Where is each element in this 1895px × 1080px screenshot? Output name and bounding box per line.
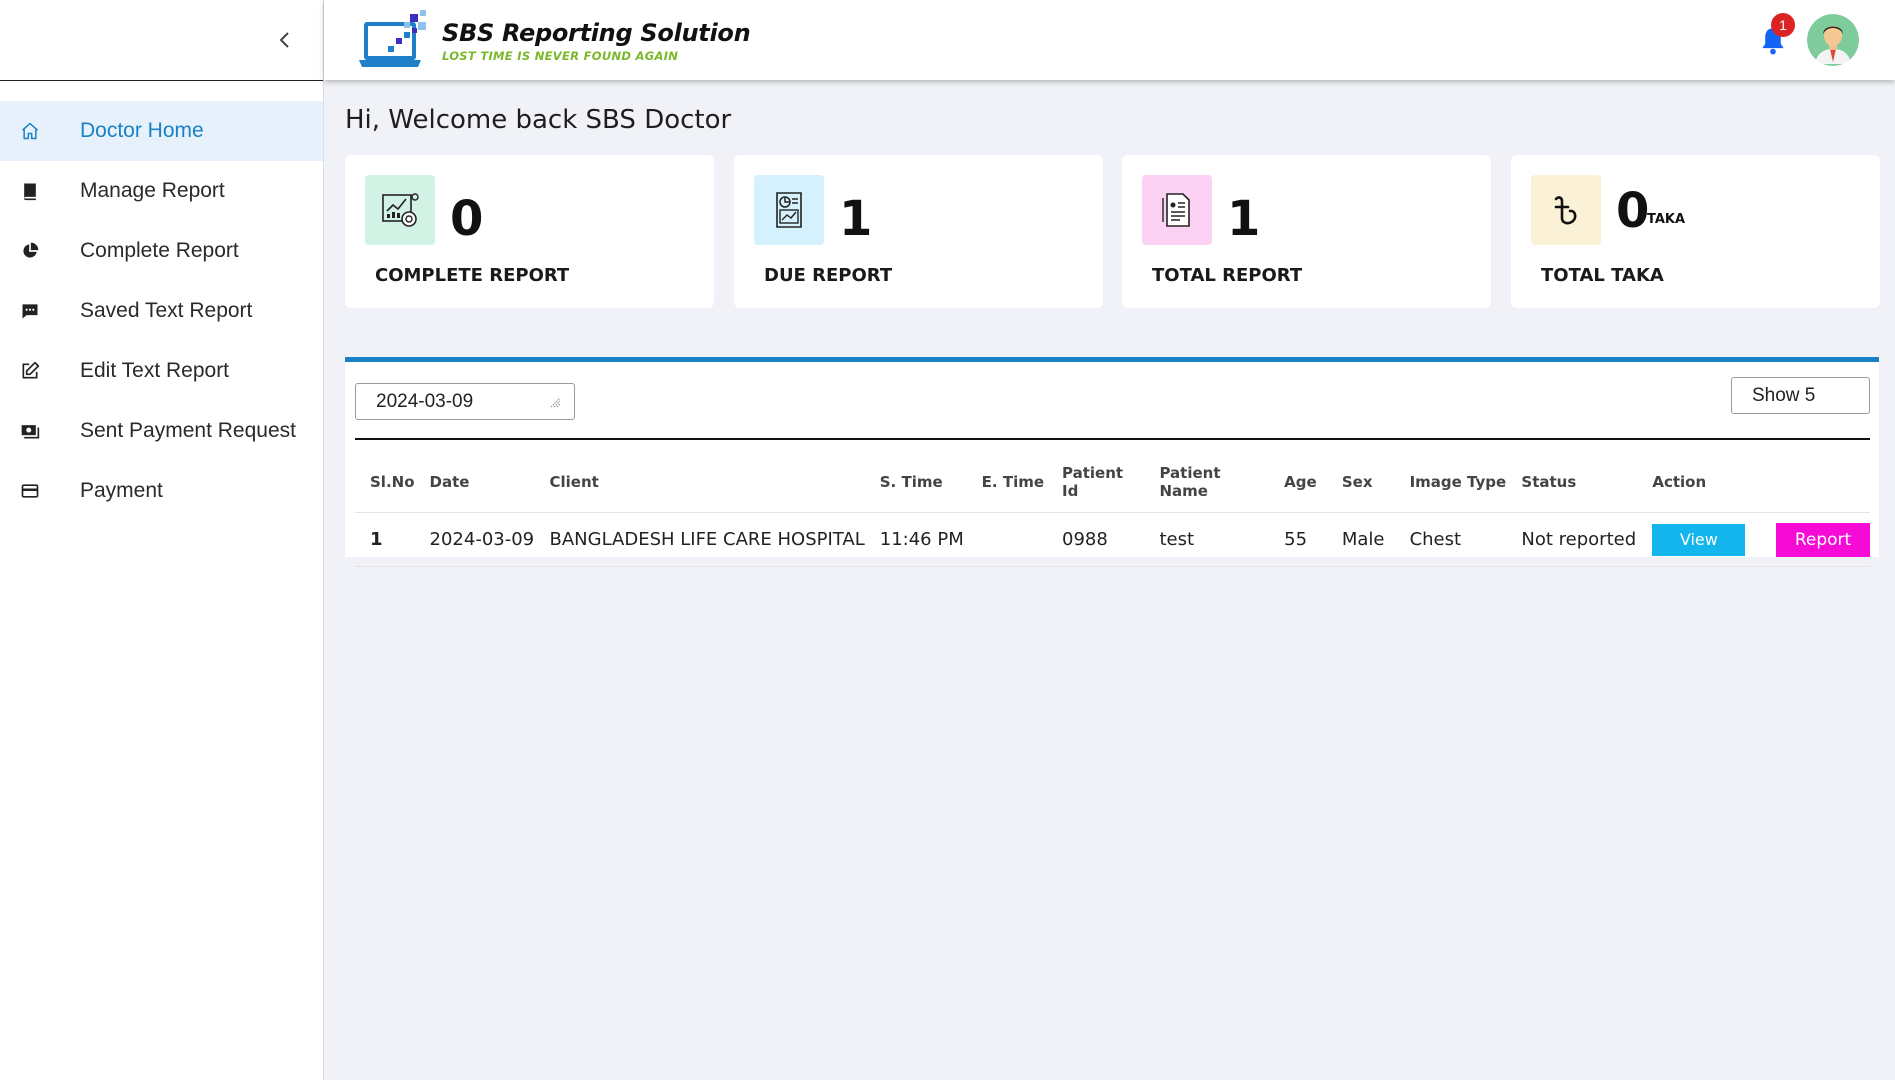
cell-view-action: View: [1637, 512, 1761, 567]
document-list-icon: [1142, 175, 1212, 245]
total-report-label: TOTAL REPORT: [1152, 265, 1303, 286]
book-icon: [18, 179, 42, 203]
cell-date: 2024-03-09: [414, 512, 535, 567]
column-header: Action: [1637, 452, 1870, 513]
credit-card-icon: [18, 479, 42, 503]
cell-patient-id: 0988: [1047, 512, 1145, 567]
app-title: SBS Reporting Solution: [442, 19, 751, 47]
pie-chart-icon: [18, 239, 42, 263]
app-tagline: LOST TIME IS NEVER FOUND AGAIN: [442, 49, 679, 63]
sidebar-item-label: Doctor Home: [80, 119, 204, 142]
sidebar-item-doctor-home[interactable]: Doctor Home: [0, 101, 323, 161]
cell-status: Not reported: [1506, 512, 1638, 567]
cell-sl: 1: [355, 512, 415, 567]
sidebar-item-label: Payment: [80, 479, 163, 502]
total-taka-value: 0: [1616, 183, 1650, 239]
cell-patient-name: test: [1144, 512, 1270, 567]
complete-report-count: 0: [450, 191, 484, 247]
column-header: E. Time: [966, 452, 1048, 513]
stat-card-total-taka: 0 TAKA TOTAL TAKA: [1511, 155, 1880, 308]
column-header: Age: [1269, 452, 1327, 513]
view-button[interactable]: View: [1652, 523, 1746, 556]
app-logo[interactable]: SBS Reporting Solution LOST TIME IS NEVE…: [358, 8, 751, 74]
sidebar-item-label: Manage Report: [80, 179, 225, 202]
column-header: Client: [534, 452, 865, 513]
sidebar-item-complete-report[interactable]: Complete Report: [0, 221, 323, 281]
column-header: Sl.No: [355, 452, 415, 513]
report-table-panel: 2024-03-09 Show 5 Sl.No Date Client S. T…: [345, 357, 1879, 567]
cell-end-time: [966, 512, 1048, 567]
stat-card-complete-report: 0 COMPLETE REPORT: [345, 155, 714, 308]
sidebar: Doctor Home Manage Report Complete Repor…: [0, 0, 324, 1080]
column-header: Sex: [1326, 452, 1395, 513]
notification-badge: 1: [1771, 13, 1795, 37]
laptop-logo-icon: [359, 10, 426, 67]
home-icon: [18, 119, 42, 143]
sidebar-item-label: Complete Report: [80, 239, 239, 262]
sidebar-item-edit-text-report[interactable]: Edit Text Report: [0, 341, 323, 401]
date-filter-input[interactable]: 2024-03-09: [355, 383, 575, 420]
column-header: Image Type: [1394, 452, 1507, 513]
money-icon: [18, 419, 42, 443]
column-header: Patient Id: [1047, 452, 1145, 513]
chevron-left-icon: [279, 32, 289, 48]
cell-image-type: Chest: [1394, 512, 1507, 567]
collapse-sidebar-button[interactable]: [273, 28, 297, 52]
stat-card-due-report: 1 DUE REPORT: [734, 155, 1103, 308]
complete-report-label: COMPLETE REPORT: [375, 265, 570, 286]
total-report-count: 1: [1227, 191, 1261, 247]
reports-table: Sl.No Date Client S. Time E. Time Patien…: [355, 452, 1870, 567]
message-icon: [18, 299, 42, 323]
edit-icon: [18, 359, 42, 383]
date-filter-value: 2024-03-09: [376, 390, 474, 412]
cell-sex: Male: [1326, 512, 1395, 567]
cell-age: 55: [1269, 512, 1327, 567]
column-header: Date: [414, 452, 535, 513]
sidebar-item-payment[interactable]: Payment: [0, 461, 323, 521]
show-entries-select[interactable]: Show 5: [1731, 377, 1870, 414]
column-header: Patient Name: [1144, 452, 1270, 513]
sidebar-item-sent-payment-request[interactable]: Sent Payment Request: [0, 401, 323, 461]
column-header: S. Time: [864, 452, 967, 513]
sidebar-item-manage-report[interactable]: Manage Report: [0, 161, 323, 221]
cell-start-time: 11:46 PM: [864, 512, 967, 567]
sidebar-item-saved-text-report[interactable]: Saved Text Report: [0, 281, 323, 341]
total-taka-label: TOTAL TAKA: [1541, 265, 1664, 286]
top-bar: SBS Reporting Solution LOST TIME IS NEVE…: [324, 0, 1895, 80]
sidebar-nav: Doctor Home Manage Report Complete Repor…: [0, 101, 323, 521]
column-header: Status: [1506, 452, 1638, 513]
sidebar-item-label: Edit Text Report: [80, 359, 230, 382]
sidebar-item-label: Saved Text Report: [80, 299, 253, 322]
taka-icon: [1531, 175, 1601, 245]
table-row: 1 2024-03-09 BANGLADESH LIFE CARE HOSPIT…: [355, 512, 1870, 567]
cell-client: BANGLADESH LIFE CARE HOSPITAL: [534, 512, 865, 567]
sidebar-item-label: Sent Payment Request: [80, 419, 296, 442]
cell-report-action: Report: [1761, 512, 1870, 567]
calendar-icon[interactable]: [549, 396, 562, 409]
user-avatar[interactable]: [1807, 14, 1859, 66]
stat-card-total-report: 1 TOTAL REPORT: [1122, 155, 1491, 308]
due-report-label: DUE REPORT: [764, 265, 893, 286]
analytics-report-icon: [365, 175, 435, 245]
sidebar-header: [0, 0, 323, 81]
chart-document-icon: [754, 175, 824, 245]
report-button[interactable]: Report: [1776, 522, 1870, 557]
table-header-row: Sl.No Date Client S. Time E. Time Patien…: [355, 452, 1870, 513]
divider: [355, 438, 1870, 440]
total-taka-unit: TAKA: [1647, 212, 1686, 227]
due-report-count: 1: [839, 191, 873, 247]
welcome-message: Hi, Welcome back SBS Doctor: [345, 105, 732, 135]
doctor-avatar-icon: [1807, 14, 1859, 66]
